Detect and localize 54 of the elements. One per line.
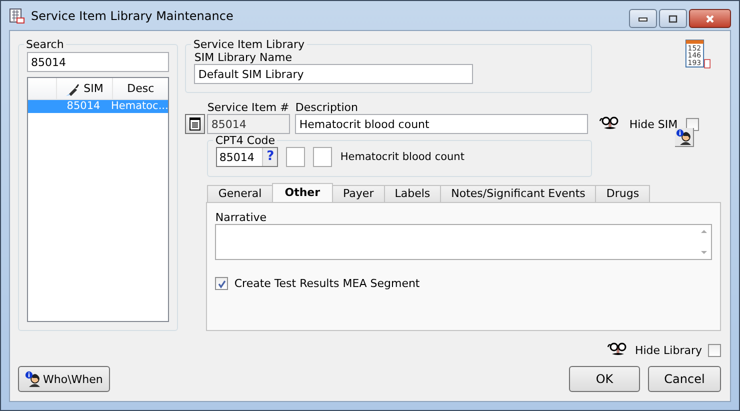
description-label: Description (295, 101, 360, 114)
create-mea-checkbox[interactable] (215, 277, 228, 290)
cpt4-description: Hematocrit blood count (340, 151, 464, 163)
cpt4-code-field[interactable]: 85014 ? (216, 147, 278, 167)
description-field[interactable]: Hematocrit blood count (295, 114, 588, 134)
list-button[interactable] (185, 114, 206, 134)
hide-library-checkbox[interactable] (708, 344, 721, 356)
flashlight-icon (66, 82, 80, 96)
window-title: Service Item Library Maintenance (31, 8, 234, 22)
service-item-number-field[interactable]: 85014 (207, 114, 290, 134)
ok-button[interactable]: OK (569, 366, 640, 392)
tab[interactable]: Notes/Significant Events (440, 185, 596, 202)
tab[interactable]: Other (272, 183, 334, 202)
close-button[interactable] (689, 9, 731, 28)
hide-library-label: Hide Library (634, 344, 702, 356)
cancel-button[interactable]: Cancel (648, 366, 721, 392)
narrative-field[interactable] (215, 224, 712, 260)
info-button[interactable] (675, 128, 694, 147)
maximize-button[interactable] (659, 9, 687, 28)
column-header-label: SIM (84, 82, 104, 95)
info-person-icon (25, 371, 41, 387)
maximize-icon (668, 14, 678, 22)
narrative-label: Narrative (215, 211, 268, 224)
cpt4-label: CPT4 Code (214, 134, 276, 147)
minimize-button[interactable] (629, 9, 657, 28)
column-header[interactable]: Desc (112, 78, 168, 99)
results-list[interactable]: SIM Desc 85014 Hematoc... (27, 77, 170, 322)
minimize-icon (638, 14, 648, 22)
search-label: Search (25, 38, 65, 51)
document-list-icon (189, 117, 202, 131)
tab[interactable]: General (207, 185, 273, 202)
create-mea-label: Create Test Results MEA Segment (234, 277, 420, 290)
close-icon (705, 14, 715, 22)
service-item-number-label: Service Item # (207, 101, 290, 114)
library-name-label: SIM Library Name (194, 51, 293, 64)
table-app-icon (9, 8, 25, 24)
modifier-field[interactable] (286, 147, 306, 167)
who-when-button[interactable]: Who\When (18, 366, 110, 392)
library-name-field[interactable]: Default SIM Library (194, 64, 474, 84)
scroll-down-icon (700, 250, 708, 255)
library-group-label: Service Item Library (192, 38, 306, 51)
search-field[interactable]: 85014 (27, 52, 170, 72)
info-person-icon (676, 129, 692, 145)
table-cell-text: 85014 (66, 100, 102, 113)
column-header[interactable]: SIM (56, 78, 112, 99)
cpt4-code-value: 85014 (219, 150, 254, 164)
hide-sim-label: Hide SIM (629, 118, 678, 130)
help-button[interactable]: ? (262, 148, 278, 166)
scroll-up-icon (700, 229, 708, 234)
modifier-field[interactable] (313, 147, 332, 167)
table-cell: Hematoc... (111, 100, 168, 113)
tab[interactable]: Payer (332, 185, 385, 202)
tab[interactable]: Labels (384, 185, 442, 202)
tab[interactable]: Drugs (595, 185, 650, 202)
